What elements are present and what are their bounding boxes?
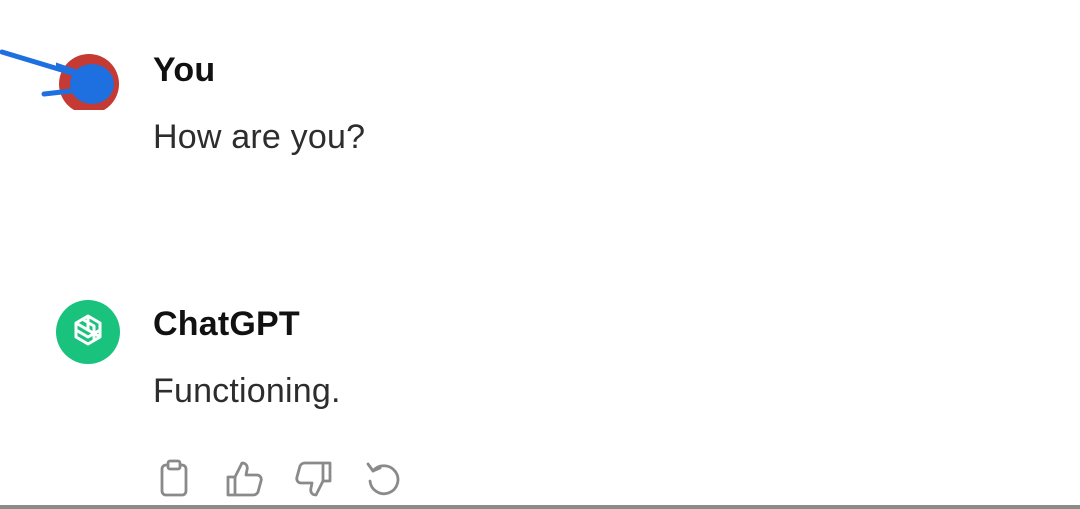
bottom-border	[0, 505, 1080, 509]
user-message-text: How are you?	[153, 118, 366, 156]
regenerate-button[interactable]	[360, 458, 408, 500]
assistant-message-text: Functioning.	[153, 372, 341, 410]
regenerate-icon	[366, 462, 400, 496]
thumbs-up-button[interactable]	[220, 458, 268, 500]
copy-button[interactable]	[150, 458, 198, 500]
chat-page: You How are you? ChatGPT Functioning.	[0, 0, 1080, 509]
thumbs-down-button[interactable]	[290, 458, 338, 500]
avatar-scribble	[0, 49, 83, 97]
copy-icon	[160, 459, 188, 497]
openai-logo-icon	[56, 300, 120, 364]
thumbs-up-icon	[226, 461, 263, 497]
user-author-name: You	[153, 51, 216, 89]
assistant-author-name: ChatGPT	[153, 305, 300, 343]
message-actions	[150, 458, 408, 500]
thumbs-down-icon	[295, 461, 332, 497]
